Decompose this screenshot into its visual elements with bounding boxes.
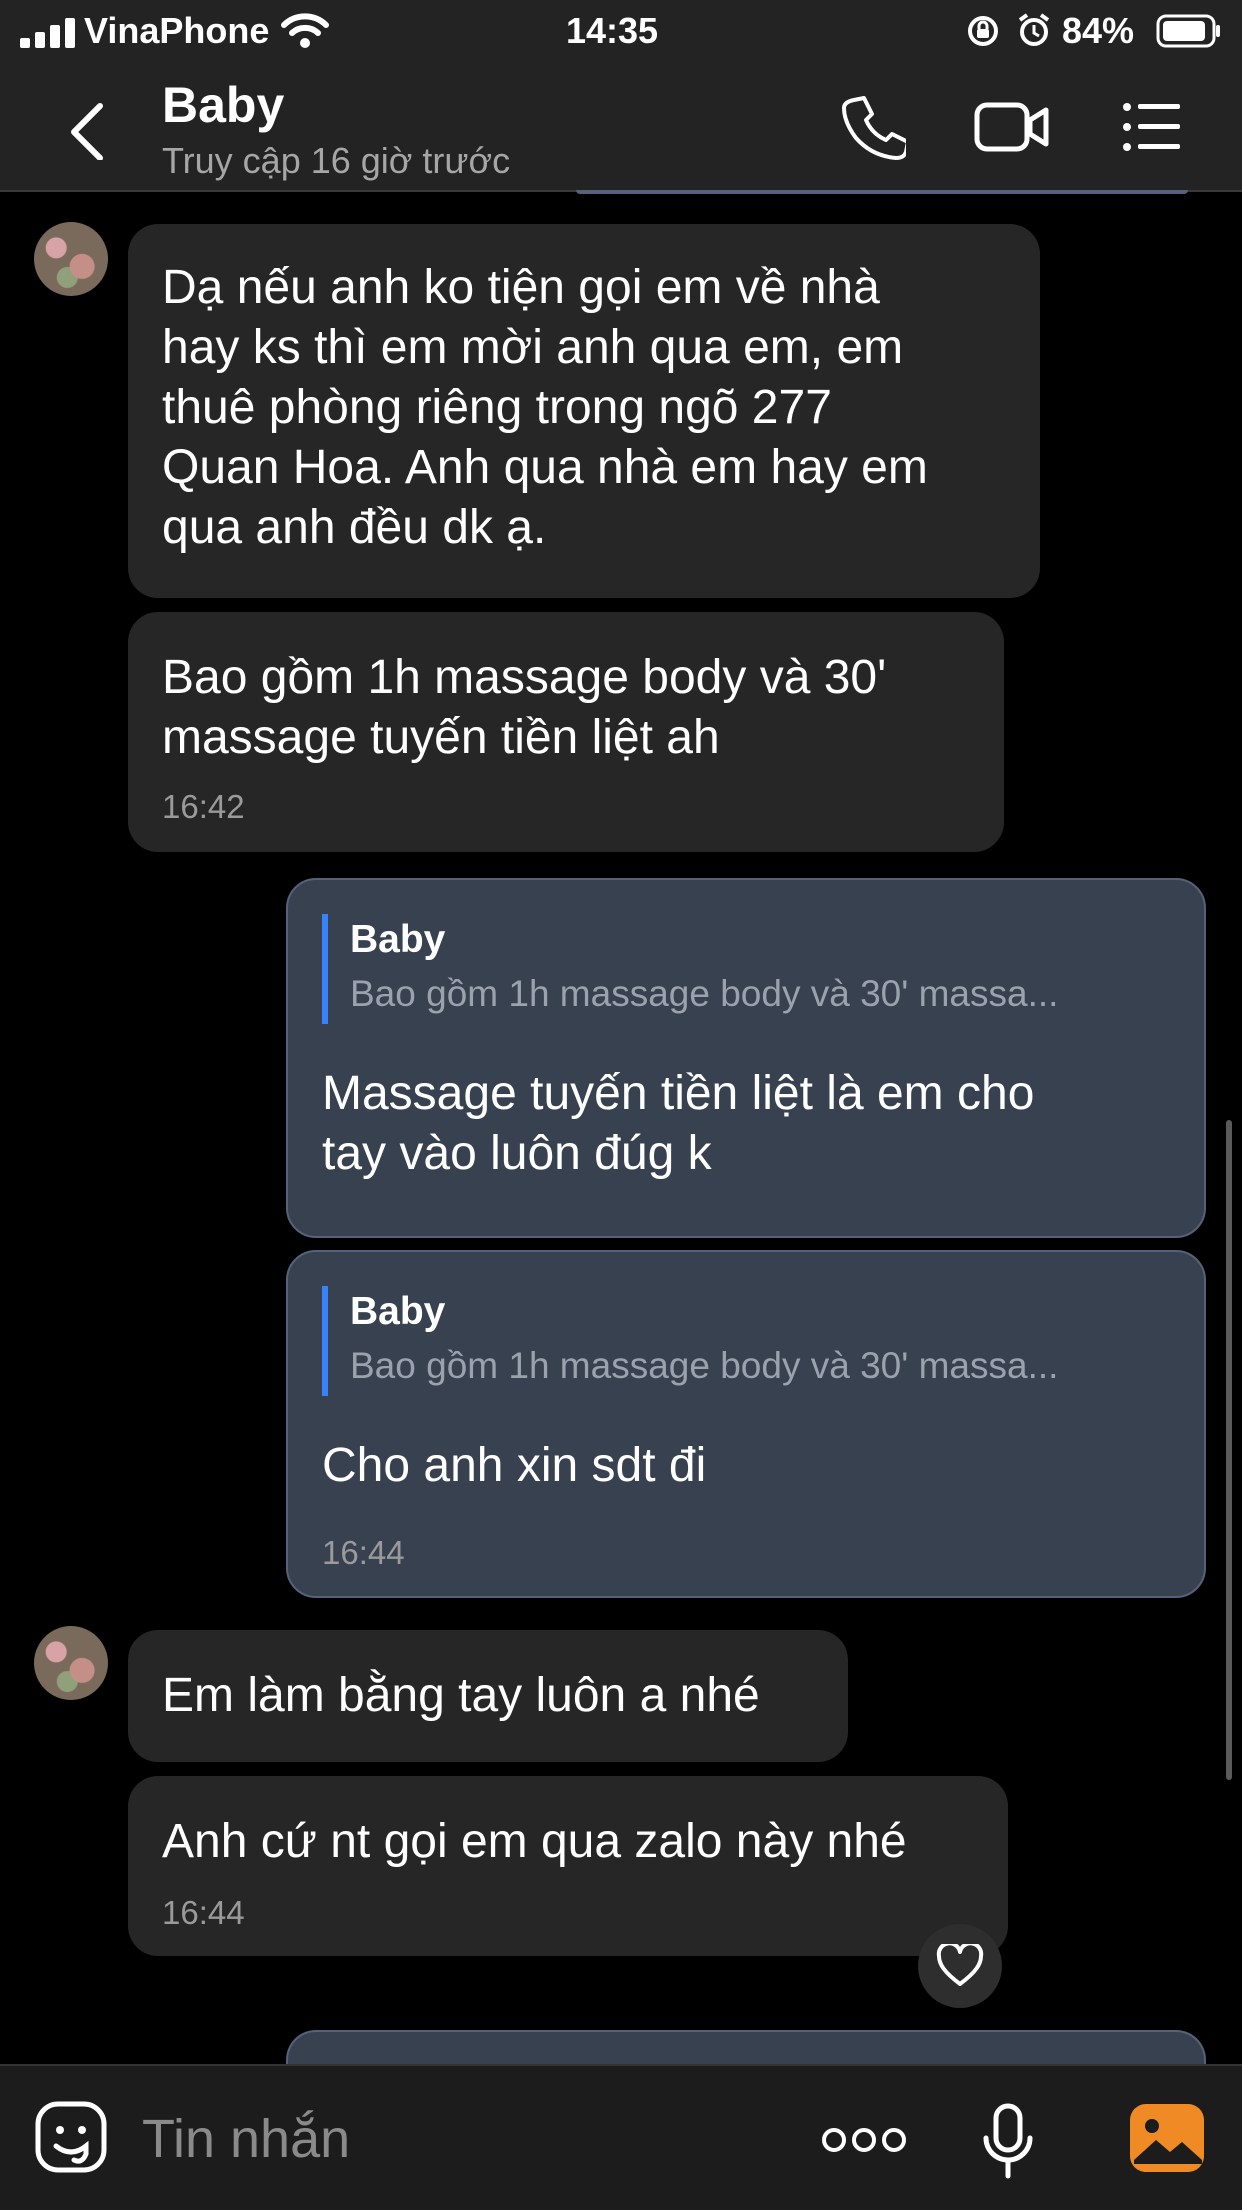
call-button[interactable] [840,94,910,165]
alarm-icon [1016,12,1052,53]
message-text: Massage tuyến tiền liệt là em cho tay và… [322,1067,1035,1180]
message-bubble-outgoing[interactable]: Baby Bao gồm 1h massage body và 30' mass… [286,878,1206,1238]
sticker-icon [35,2101,107,2173]
menu-button[interactable] [1122,102,1182,157]
voice-button[interactable] [980,2102,1036,2187]
image-button[interactable] [1128,2102,1206,2179]
message-bubble-incoming[interactable]: Dạ nếu anh ko tiện gọi em về nhà hay ks … [128,224,1040,598]
message-time: 16:44 [322,1534,405,1571]
sticker-button[interactable] [34,2100,108,2179]
reply-quote[interactable]: Baby Bao gồm 1h massage body và 30' mass… [322,914,1058,1024]
last-seen: Truy cập 16 giờ trước [162,140,511,181]
message-text: Cho anh xin sdt đi [322,1439,707,1492]
avatar[interactable] [34,1626,108,1700]
video-call-button[interactable] [974,100,1050,159]
chevron-left-icon [71,103,103,161]
back-button[interactable] [60,100,120,161]
signal-icon [20,18,82,48]
message-text: Dạ nếu anh ko tiện gọi em về nhà hay ks … [162,261,928,554]
reply-quote[interactable]: Baby Bao gồm 1h massage body và 30' mass… [322,1286,1058,1396]
message-composer: Tin nhắn [0,2064,1242,2210]
message-bubble-incoming[interactable]: Anh cứ nt gọi em qua zalo này nhé 16:44 [128,1776,1008,1956]
more-button[interactable] [822,2124,906,2161]
wifi-icon [280,12,330,55]
contact-name[interactable]: Baby [162,76,284,134]
message-input[interactable]: Tin nhắn [142,2108,350,2170]
rotation-lock-icon [966,14,1000,53]
avatar[interactable] [34,222,108,296]
message-bubble-outgoing[interactable]: Baby Bao gồm 1h massage body và 30' mass… [286,1250,1206,1598]
scrollbar[interactable] [1226,1120,1232,1780]
message-text: Em làm bằng tay luôn a nhé [162,1669,760,1722]
quote-sender: Baby [350,1290,446,1333]
battery-percent: 84% [1062,10,1135,51]
message-time: 16:42 [162,788,245,825]
message-bubble-incoming[interactable]: Bao gồm 1h massage body và 30' massage t… [128,612,1004,852]
phone-icon [842,96,910,160]
clock: 14:35 [566,10,659,51]
previous-message-edge [576,190,1188,194]
video-camera-icon [974,102,1049,152]
quote-text: Bao gồm 1h massage body và 30' massa... [350,1345,1059,1386]
message-bubble-incoming[interactable]: Em làm bằng tay luôn a nhé [128,1630,848,1762]
message-text: Bao gồm 1h massage body và 30' massage t… [162,651,887,764]
status-bar: VinaPhone 14:35 84% [0,0,1242,62]
image-icon [1130,2104,1204,2172]
react-button[interactable] [918,1924,1002,2008]
battery-icon [1156,14,1222,53]
quote-sender: Baby [350,918,446,961]
quote-text: Bao gồm 1h massage body và 30' massa... [350,973,1059,1014]
list-icon [1123,103,1180,151]
carrier-name: VinaPhone [84,10,270,51]
message-time: 16:44 [162,1894,245,1931]
chat-header: Baby Truy cập 16 giờ trước [0,62,1242,192]
more-dots-icon [822,2128,906,2152]
heart-icon [936,1944,984,1986]
message-text: Anh cứ nt gọi em qua zalo này nhé [162,1815,907,1868]
microphone-icon [983,2103,1033,2179]
